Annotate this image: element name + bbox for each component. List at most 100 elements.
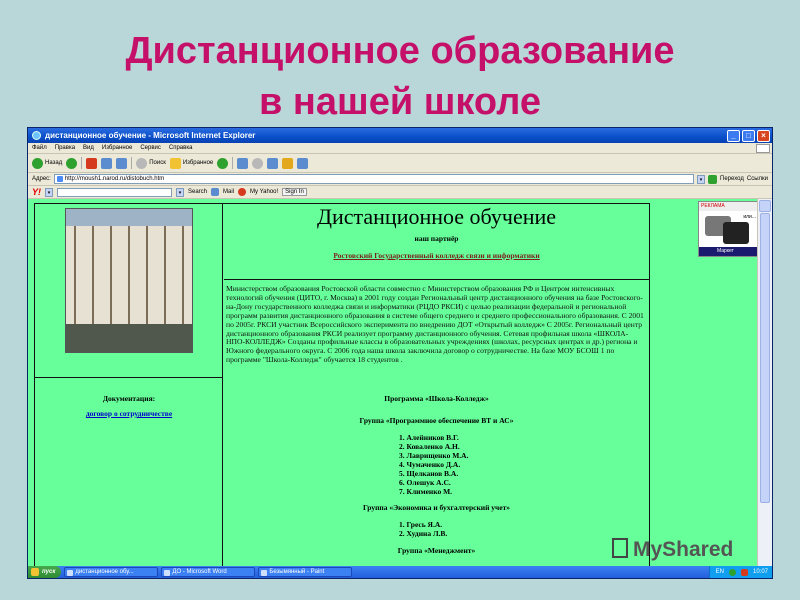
header-divider <box>224 279 649 280</box>
go-button[interactable]: Переход <box>720 176 744 182</box>
print-icon[interactable] <box>252 157 264 169</box>
description-paragraph: Министерством образования Ростовской обл… <box>226 284 644 365</box>
group3-title: Группа «Менеджмент» <box>397 546 476 555</box>
messenger-icon[interactable] <box>297 157 309 169</box>
toolbar-divider <box>81 157 83 169</box>
left-column: Документация: договор о сотрудничестве <box>35 204 223 568</box>
window-titlebar: дистанционное обучение - Microsoft Inter… <box>28 128 772 143</box>
watermark: MyShared <box>612 538 733 562</box>
toolbar: Назад Поиск Избранное <box>28 154 772 173</box>
school-building-photo <box>65 208 193 353</box>
mail-envelope-icon <box>211 188 220 196</box>
list-item: 3. Лаврищенко М.А. <box>399 451 469 460</box>
task-paint[interactable]: Безымянный - Paint <box>258 567 353 577</box>
back-label: Назад <box>45 160 63 166</box>
ie-icon <box>32 131 41 140</box>
menu-edit[interactable]: Правка <box>55 143 75 153</box>
address-input[interactable]: http://moush1.narod.ru/distobuch.htm <box>53 174 695 184</box>
list-item: 2. Коваленко А.Н. <box>399 442 460 451</box>
partner-college-link[interactable]: Ростовский Государственный колледж связи… <box>224 251 649 260</box>
list-item: 2. Худина Л.В. <box>399 529 448 538</box>
minimize-button[interactable]: _ <box>727 129 740 142</box>
watermark-text: MyShared <box>633 538 734 561</box>
windows-flag-icon <box>756 144 770 153</box>
ad-footer: Маркет <box>699 247 759 256</box>
antivirus-icon[interactable] <box>740 568 748 576</box>
address-label: Адрес: <box>32 176 51 182</box>
scroll-up-icon[interactable] <box>759 200 771 212</box>
menu-help[interactable]: Справка <box>169 143 193 153</box>
search-label: Поиск <box>149 160 166 166</box>
list-item: 6. Олешук А.С. <box>399 478 451 487</box>
scroll-thumb[interactable] <box>760 213 770 503</box>
slide-title-line2: в нашей школе <box>259 81 541 123</box>
refresh-icon[interactable] <box>101 157 113 169</box>
folder-icon[interactable] <box>282 157 294 169</box>
cooperation-agreement-link[interactable]: договор о сотрудничестве <box>35 409 223 418</box>
menu-tools[interactable]: Сервис <box>140 143 161 153</box>
maximize-button[interactable]: □ <box>742 129 755 142</box>
search-button[interactable]: Поиск <box>136 157 166 169</box>
yahoo-search-input[interactable] <box>57 187 172 197</box>
search-icon <box>136 157 148 169</box>
task-ie[interactable]: дистанционное обу... <box>64 567 159 577</box>
go-arrow-icon[interactable] <box>708 174 718 184</box>
slide-title-line1: Дистанционное образование <box>125 30 675 72</box>
right-column: Дистанционное обучение наш партнёр Росто… <box>224 204 649 568</box>
yahoo-menu-dropdown-icon[interactable]: ▾ <box>45 187 53 197</box>
yahoo-mail-button[interactable]: Mail <box>223 189 234 195</box>
myshared-logo-icon <box>612 538 628 558</box>
list-item: 1. Алейников В.Г. <box>399 433 459 442</box>
address-bar: Адрес: http://moush1.narod.ru/distobuch.… <box>28 173 772 186</box>
list-item: 4. Чумаченко Д.А. <box>399 460 461 469</box>
sign-in-button[interactable]: Sign In <box>282 188 307 196</box>
close-button[interactable]: × <box>757 129 770 142</box>
menu-favorites[interactable]: Избранное <box>102 143 132 153</box>
page-content: Документация: договор о сотрудничестве Д… <box>28 199 759 568</box>
forward-arrow-icon[interactable] <box>66 157 78 169</box>
camera-ad-banner[interactable]: РЕКЛАМА или... Маркет <box>698 201 759 257</box>
yahoo-search-dropdown-icon[interactable]: ▾ <box>176 187 184 197</box>
group2-student-list: 1. Гресь Я.А. 2. Худина Л.В. <box>224 520 649 538</box>
menu-view[interactable]: Вид <box>83 143 94 153</box>
task-word[interactable]: ДО - Microsoft Word <box>161 567 256 577</box>
toolbar-divider <box>232 157 234 169</box>
partner-label: наш партнёр <box>414 234 459 243</box>
yahoo-logo[interactable]: Y! <box>32 187 41 197</box>
mail-icon[interactable] <box>237 157 249 169</box>
list-item: 7. Клименко М. <box>399 487 453 496</box>
window-title: дистанционное обучение - Microsoft Inter… <box>45 131 256 140</box>
network-icon[interactable] <box>728 568 736 576</box>
row-divider <box>35 377 223 378</box>
vertical-scrollbar[interactable] <box>757 199 772 568</box>
camera-icon <box>723 222 749 244</box>
list-item: 1. Гресь Я.А. <box>399 520 443 529</box>
program-title: Программа «Школа-Колледж» <box>384 394 489 403</box>
history-icon[interactable] <box>217 157 229 169</box>
clock: 10:07 <box>752 569 768 575</box>
toolbar-divider <box>131 157 133 169</box>
my-yahoo-icon <box>238 188 247 196</box>
edit-icon[interactable] <box>267 157 279 169</box>
layout-table: Документация: договор о сотрудничестве Д… <box>34 203 650 568</box>
favorites-button[interactable]: Избранное <box>169 157 213 169</box>
windows-taskbar: пуск дистанционное обу... ДО - Microsoft… <box>28 566 772 578</box>
yahoo-toolbar: Y! ▾ ▾ Search Mail My Yahoo! Sign In <box>28 186 772 199</box>
back-button[interactable]: Назад <box>32 157 63 169</box>
documentation-label: Документация: <box>102 394 156 403</box>
address-dropdown-icon[interactable]: ▾ <box>697 174 706 184</box>
yahoo-search-button[interactable]: Search <box>188 189 207 195</box>
system-tray: EN 10:07 <box>708 566 772 578</box>
links-label[interactable]: Ссылки <box>747 176 768 182</box>
my-yahoo-button[interactable]: My Yahoo! <box>250 189 278 195</box>
menu-file[interactable]: Файл <box>32 143 47 153</box>
star-icon <box>169 157 181 169</box>
browser-screenshot: дистанционное обучение - Microsoft Inter… <box>27 127 773 579</box>
language-indicator[interactable]: EN <box>716 569 724 575</box>
home-icon[interactable] <box>116 157 128 169</box>
stop-icon[interactable] <box>86 157 98 169</box>
group2-title: Группа «Экономика и бухгалтерский учет» <box>362 503 511 512</box>
ad-text: или... <box>743 214 756 220</box>
ad-header: РЕКЛАМА <box>699 202 759 211</box>
start-button[interactable]: пуск <box>28 566 62 578</box>
